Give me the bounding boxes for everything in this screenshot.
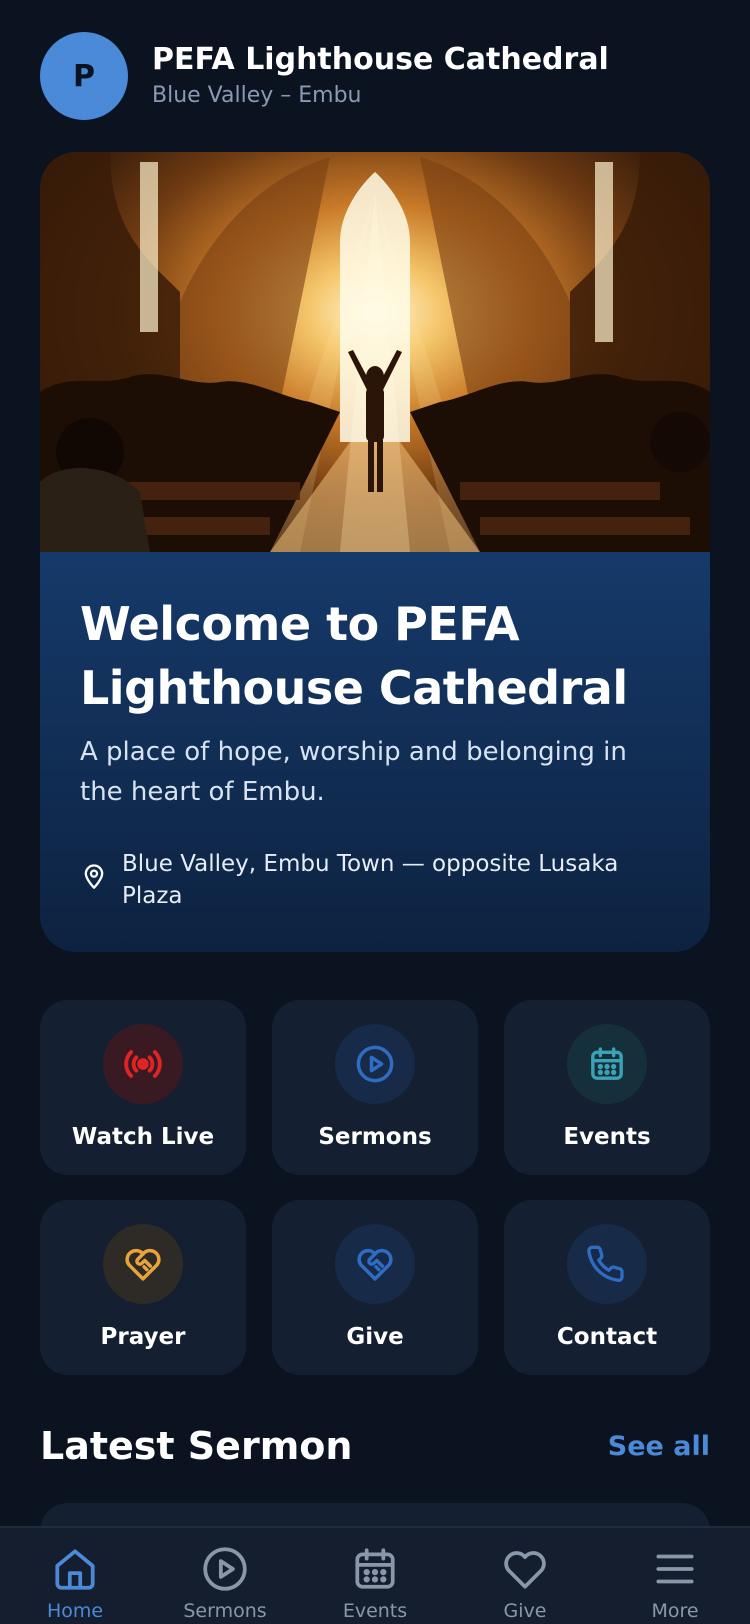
nav-give[interactable]: Give — [450, 1528, 600, 1624]
map-pin-icon — [84, 864, 104, 889]
quick-actions-grid: Watch Live Sermons Events Prayer Give Co… — [40, 1000, 710, 1375]
events-label: Events — [563, 1124, 651, 1150]
church-worship-photo — [40, 152, 710, 552]
contact-tile[interactable]: Contact — [504, 1200, 710, 1375]
nav-events-label: Events — [342, 1600, 408, 1622]
sermons-label: Sermons — [318, 1124, 432, 1150]
play-circle-icon — [335, 1024, 415, 1104]
hero-location-text: Blue Valley, Embu Town — opposite Lusaka… — [122, 851, 619, 909]
see-all-link[interactable]: See all — [608, 1431, 710, 1462]
watch-live-label: Watch Live — [71, 1124, 215, 1150]
contact-label: Contact — [556, 1324, 658, 1350]
calendar-icon — [567, 1024, 647, 1104]
header-text: PEFA Lighthouse Cathedral Blue Valley – … — [152, 41, 609, 111]
heart-icon — [504, 1551, 546, 1589]
heart-handshake-icon — [335, 1224, 415, 1304]
events-tile[interactable]: Events — [504, 1000, 710, 1175]
nav-give-label: Give — [503, 1600, 547, 1622]
bottom-navigation: Home Sermons Events Give More — [0, 1526, 750, 1624]
home-icon — [55, 1549, 95, 1590]
hero-description: A place of hope, worship and belonging i… — [80, 737, 627, 807]
church-avatar[interactable]: P — [40, 32, 128, 120]
app-header: P PEFA Lighthouse Cathedral Blue Valley … — [40, 32, 710, 120]
welcome-hero-card[interactable]: Welcome to PEFA Lighthouse Cathedral A p… — [40, 152, 710, 952]
calendar-icon — [355, 1548, 395, 1589]
nav-more[interactable]: More — [600, 1528, 750, 1624]
menu-icon — [656, 1554, 694, 1584]
nav-sermons-label: Sermons — [183, 1600, 267, 1622]
watch-live-tile[interactable]: Watch Live — [40, 1000, 246, 1175]
sermons-tile[interactable]: Sermons — [272, 1000, 478, 1175]
prayer-tile[interactable]: Prayer — [40, 1200, 246, 1375]
give-label: Give — [346, 1324, 404, 1350]
hero-title: Welcome to PEFA Lighthouse Cathedral — [80, 597, 628, 715]
prayer-label: Prayer — [100, 1324, 186, 1350]
nav-home[interactable]: Home — [0, 1528, 150, 1624]
latest-sermon-title: Latest Sermon — [40, 1424, 353, 1468]
heart-handshake-icon — [103, 1224, 183, 1304]
church-name: PEFA Lighthouse Cathedral — [152, 42, 609, 77]
broadcast-icon — [103, 1024, 183, 1104]
nav-home-label: Home — [46, 1600, 104, 1622]
latest-sermon-header: Latest Sermon See all — [40, 1424, 710, 1468]
nav-events[interactable]: Events — [300, 1528, 450, 1624]
nav-sermons[interactable]: Sermons — [150, 1528, 300, 1624]
church-location-subtitle: Blue Valley – Embu — [152, 83, 362, 108]
hero-body: Welcome to PEFA Lighthouse Cathedral A p… — [40, 552, 710, 912]
give-tile[interactable]: Give — [272, 1200, 478, 1375]
phone-icon — [567, 1224, 647, 1304]
nav-more-label: More — [651, 1600, 699, 1622]
hero-location[interactable]: Blue Valley, Embu Town — opposite Lusaka… — [80, 848, 670, 912]
play-circle-icon — [203, 1547, 247, 1591]
